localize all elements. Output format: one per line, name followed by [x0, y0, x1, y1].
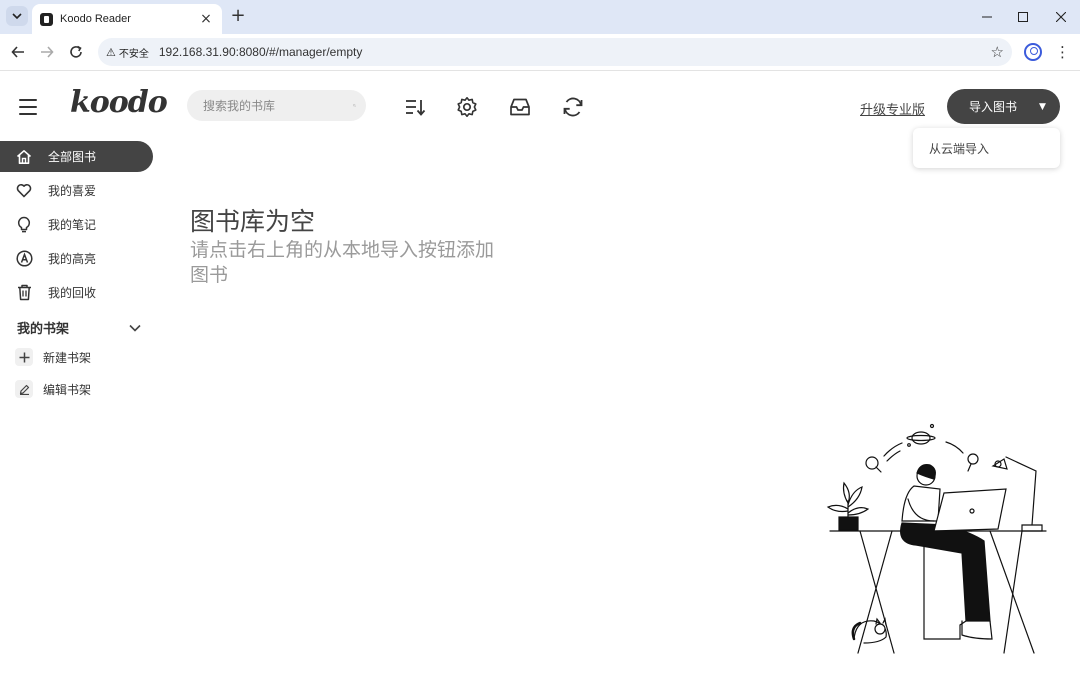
chevron-down-icon[interactable] [129, 324, 141, 332]
edit-icon [15, 380, 33, 398]
reading-person-illustration [826, 423, 1047, 654]
reload-icon [70, 45, 82, 58]
import-books-label: 导入图书 [968, 100, 1017, 114]
empty-library-title: 图书库为空 [190, 207, 316, 236]
search-icon[interactable] [353, 98, 356, 113]
app-logo: koodo [70, 85, 168, 120]
close-window-button[interactable] [1046, 6, 1076, 28]
edit-shelf-label: 编辑书架 [43, 382, 92, 397]
sidebar-item-label: 我的喜爱 [48, 184, 97, 198]
highlight-icon [0, 250, 48, 267]
browser-toolbar: ⚠ 不安全 192.168.31.90:8080/#/manager/empty… [0, 34, 1080, 71]
profile-avatar-icon[interactable] [1024, 43, 1042, 61]
import-from-cloud-item[interactable]: 从云端导入 [929, 140, 989, 157]
tab-list-button[interactable] [6, 6, 28, 26]
browser-menu-icon[interactable]: ⋮ [1055, 43, 1070, 61]
hamburger-menu-icon[interactable] [19, 99, 37, 115]
new-shelf-label: 新建书架 [43, 350, 92, 365]
minimize-icon [982, 16, 992, 18]
tab-title: Koodo Reader [60, 13, 131, 25]
sidebar-item-trash[interactable]: 我的回收 [0, 277, 153, 308]
search-box[interactable] [187, 90, 366, 121]
import-dropdown-menu: 从云端导入 [913, 128, 1060, 168]
sync-icon[interactable] [561, 95, 585, 119]
forward-arrow-icon [41, 46, 54, 58]
close-icon [1056, 12, 1066, 22]
security-label: 不安全 [118, 48, 149, 60]
import-books-button[interactable]: 导入图书 ▼ [947, 89, 1060, 124]
minimize-button[interactable] [972, 6, 1002, 28]
bookmark-star-icon[interactable]: ☆ [991, 43, 1004, 61]
trash-icon [0, 284, 48, 301]
sidebar-item-label: 全部图书 [48, 150, 97, 164]
url-text[interactable]: 192.168.31.90:8080/#/manager/empty [159, 45, 991, 59]
plus-icon [15, 348, 33, 366]
sidebar-item-notes[interactable]: 我的笔记 [0, 209, 153, 240]
sidebar-item-label: 我的高亮 [48, 252, 97, 266]
settings-gear-icon[interactable] [455, 95, 479, 119]
empty-library-description: 请点击右上角的从本地导入按钮添加图书 [190, 239, 495, 286]
edit-shelf-button[interactable]: 编辑书架 [15, 380, 91, 398]
maximize-button[interactable] [1008, 6, 1038, 28]
new-shelf-button[interactable]: 新建书架 [15, 348, 91, 366]
back-button[interactable] [8, 42, 28, 62]
reload-button[interactable] [66, 42, 86, 62]
maximize-icon [1018, 12, 1028, 22]
shelf-section-header[interactable]: 我的书架 [17, 318, 141, 337]
chevron-down-icon [12, 13, 22, 20]
sidebar-item-label: 我的回收 [48, 286, 97, 300]
home-icon [0, 149, 48, 165]
security-chip[interactable]: ⚠ 不安全 [106, 45, 149, 60]
sidebar-item-label: 我的笔记 [48, 218, 97, 232]
new-tab-button[interactable]: + [229, 6, 247, 26]
upgrade-pro-link[interactable]: 升级专业版 [860, 99, 925, 118]
browser-tab[interactable]: Koodo Reader × [32, 4, 222, 34]
sidebar-item-favorites[interactable]: 我的喜爱 [0, 175, 153, 206]
koodo-favicon-icon [40, 12, 53, 26]
heart-icon [0, 183, 48, 198]
address-bar[interactable]: ⚠ 不安全 192.168.31.90:8080/#/manager/empty… [98, 38, 1012, 66]
forward-button[interactable] [37, 42, 57, 62]
tab-close-icon[interactable]: × [198, 11, 214, 27]
shelf-title: 我的书架 [17, 322, 70, 337]
inbox-icon[interactable] [508, 95, 532, 119]
sidebar-item-highlights[interactable]: 我的高亮 [0, 243, 153, 274]
search-input[interactable] [203, 98, 353, 113]
browser-tab-strip: Koodo Reader × + [0, 0, 1080, 34]
koodo-app: koodo 升级专业版 导入图书 ▼ 从云端导入 全部图书 我的喜爱 [0, 71, 1080, 677]
sort-icon[interactable] [403, 95, 427, 119]
warning-triangle-icon: ⚠ [106, 45, 116, 59]
back-arrow-icon [11, 46, 24, 58]
lightbulb-icon [0, 216, 48, 233]
caret-down-icon[interactable]: ▼ [1039, 102, 1046, 112]
sidebar-item-all-books[interactable]: 全部图书 [0, 141, 153, 172]
